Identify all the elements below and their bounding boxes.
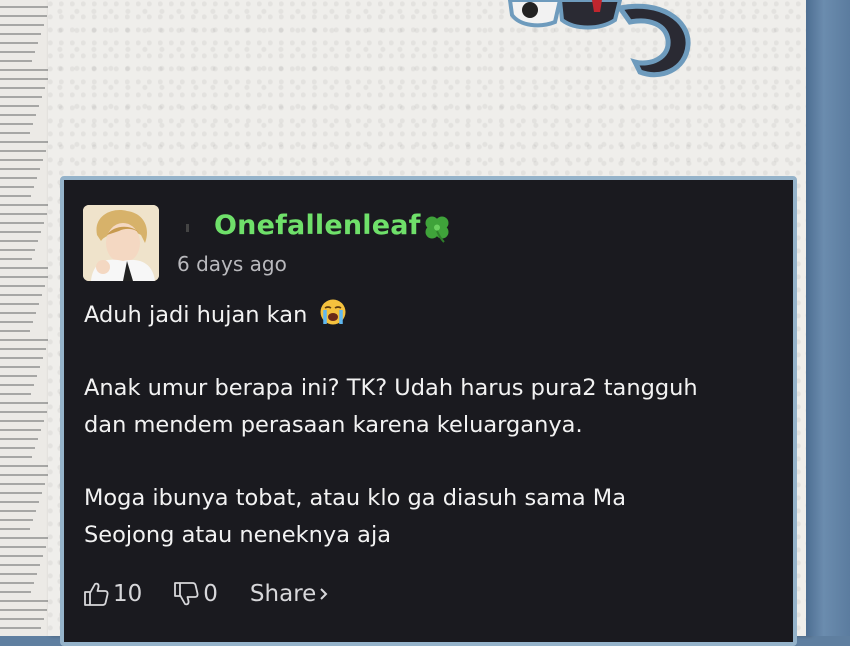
newspaper-line (0, 168, 40, 170)
newspaper-line (0, 501, 39, 503)
newspaper-line (0, 150, 46, 152)
newspaper-line (0, 249, 35, 251)
newspaper-line (0, 384, 34, 386)
newspaper-line (0, 24, 44, 26)
newspaper-line (0, 546, 46, 548)
newspaper-line (0, 348, 46, 350)
newspaper-line (0, 285, 45, 287)
newspaper-line (0, 438, 38, 440)
newspaper-line (0, 240, 38, 242)
newspaper-line (0, 429, 41, 431)
avatar-image (83, 205, 159, 281)
newspaper-line (0, 519, 33, 521)
newspaper-line (0, 96, 42, 98)
newspaper-line (0, 258, 32, 260)
newspaper-line (0, 312, 36, 314)
newspaper-line (0, 222, 44, 224)
newspaper-line (0, 276, 48, 278)
newspaper-line (0, 474, 48, 476)
newspaper-line (0, 591, 31, 593)
four-leaf-clover-icon (425, 216, 449, 243)
newspaper-line (0, 330, 30, 332)
like-count: 10 (113, 581, 143, 607)
share-label: Share (249, 581, 317, 607)
newspaper-line (0, 195, 31, 197)
newspaper-line (0, 33, 41, 35)
newspaper-line (0, 609, 47, 611)
newspaper-line (0, 618, 44, 620)
newspaper-strip (0, 0, 52, 636)
loudly-crying-face-icon (320, 299, 345, 325)
comment-card: Onefallenleaf 6 days ago Aduh jadi hujan… (60, 176, 797, 646)
newspaper-line (0, 213, 47, 215)
comment-paragraph-1: Aduh jadi hujan kan (84, 297, 347, 334)
dislike-count: 0 (203, 581, 218, 607)
timestamp: 6 days ago (177, 252, 287, 276)
newspaper-line (0, 411, 47, 413)
newspaper-line (0, 555, 43, 557)
avatar[interactable] (83, 205, 159, 281)
newspaper-line (0, 483, 45, 485)
dislike-button[interactable]: 0 (172, 580, 218, 608)
newspaper-line (0, 294, 42, 296)
chevron-right-icon (320, 588, 328, 600)
newspaper-line (0, 186, 34, 188)
newspaper-line (0, 159, 43, 161)
newspaper-line (0, 537, 49, 539)
paragraph-3-line-1: Moga ibunya tobat, atau klo ga diasuh sa… (84, 485, 627, 511)
newspaper-line (0, 204, 50, 206)
like-button[interactable]: 10 (82, 580, 142, 608)
newspaper-line (0, 321, 33, 323)
newspaper-line (0, 393, 31, 395)
newspaper-line (0, 267, 51, 269)
newspaper-line (0, 6, 50, 8)
paragraph-2-line-2: dan mendem perasaan karena keluarganya. (84, 412, 583, 438)
comment-paragraph-3: Moga ibunya tobat, atau klo ga diasuh sa… (84, 480, 626, 554)
newspaper-line (0, 60, 32, 62)
newspaper-line (0, 573, 37, 575)
newspaper-line (0, 600, 50, 602)
paragraph-2-line-1: Anak umur berapa ini? TK? Udah harus pur… (84, 375, 698, 401)
blue-strip (806, 0, 850, 636)
paragraph-1-text: Aduh jadi hujan kan (84, 302, 308, 328)
share-button[interactable]: Share (250, 581, 332, 607)
thumbs-down-icon (174, 582, 199, 606)
newspaper-line (0, 357, 43, 359)
newspaper-line (0, 420, 44, 422)
newspaper-line (0, 69, 51, 71)
thumbs-up-icon (84, 582, 109, 606)
expand-icon (186, 224, 192, 232)
newspaper-line (0, 402, 50, 404)
newspaper-line (0, 465, 51, 467)
newspaper-line (0, 303, 39, 305)
newspaper-line (0, 528, 30, 530)
comment-paragraph-2: Anak umur berapa ini? TK? Udah harus pur… (84, 370, 698, 444)
newspaper-line (0, 582, 34, 584)
paragraph-3-line-2: Seojong atau neneknya aja (84, 522, 391, 548)
newspaper-line (0, 15, 47, 17)
newspaper-line (0, 447, 35, 449)
newspaper-line (0, 627, 41, 629)
newspaper-line (0, 141, 49, 143)
newspaper-line (0, 366, 40, 368)
newspaper-line (0, 132, 30, 134)
comment-actions: 10 0 Share (82, 576, 332, 612)
newspaper-line (0, 231, 41, 233)
newspaper-line (0, 564, 40, 566)
newspaper-line (0, 375, 37, 377)
newspaper-line (0, 510, 36, 512)
newspaper-line (0, 78, 48, 80)
newspaper-line (0, 339, 49, 341)
username[interactable]: Onefallenleaf (214, 210, 421, 241)
newspaper-line (0, 177, 37, 179)
character-sticker (507, 0, 691, 78)
newspaper-line (0, 87, 45, 89)
newspaper-line (0, 51, 35, 53)
newspaper-line (0, 105, 39, 107)
newspaper-line (0, 456, 32, 458)
newspaper-line (0, 114, 36, 116)
newspaper-line (0, 492, 42, 494)
newspaper-line (0, 123, 33, 125)
newspaper-line (0, 42, 38, 44)
